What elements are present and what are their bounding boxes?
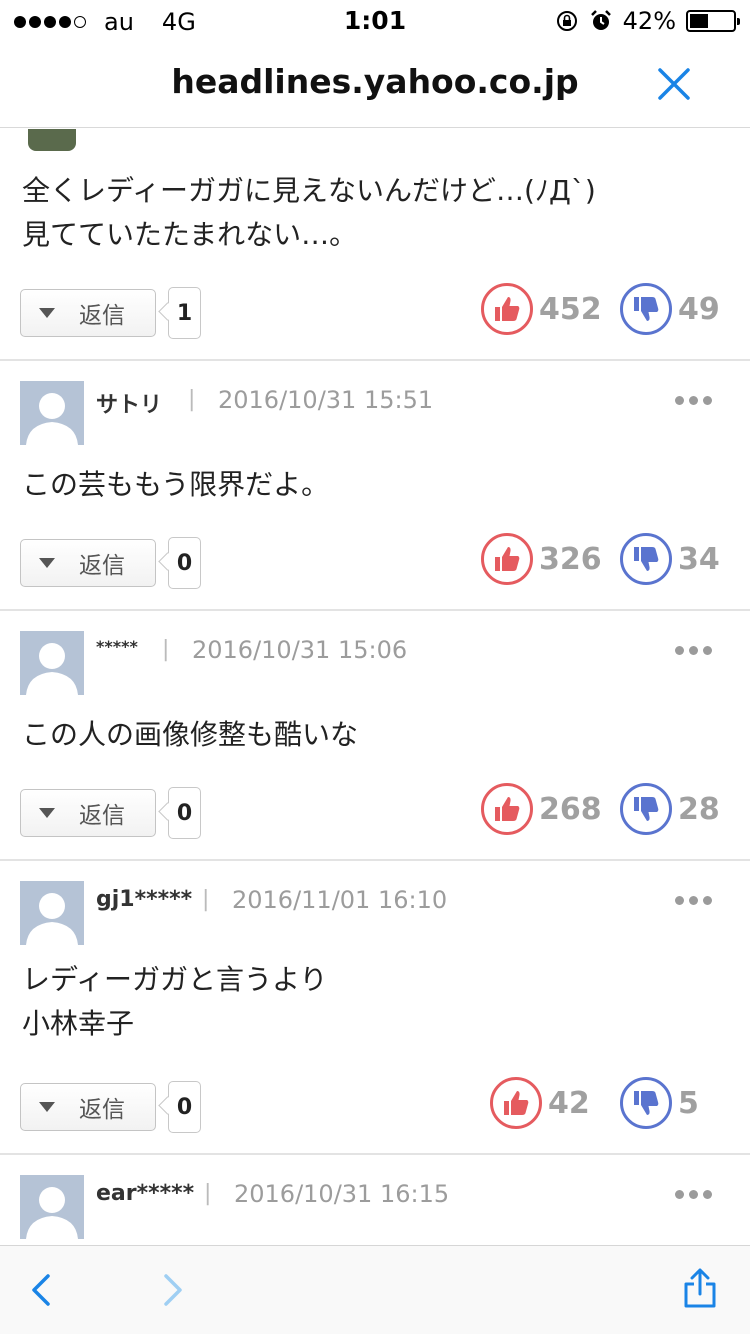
username[interactable]: ***** — [96, 637, 138, 656]
dislike-count: 49 — [678, 291, 720, 327]
like-button[interactable]: 452 — [481, 283, 602, 335]
dislike-count: 28 — [678, 791, 720, 827]
separator: | — [188, 387, 196, 412]
reply-count[interactable]: 1 — [168, 287, 201, 339]
separator: | — [204, 1181, 212, 1206]
comment-text: この人の画像修整も酷いな — [22, 713, 358, 757]
divider — [0, 359, 750, 361]
comment-line: 全くレディーガガに見えないんだけど…(ﾉД`) — [22, 174, 596, 207]
dislike-button[interactable]: 5 — [620, 1077, 699, 1129]
divider — [0, 1153, 750, 1155]
comment-line: レディーガガと言うより — [22, 963, 328, 996]
reply-count-value: 1 — [176, 300, 193, 326]
dislike-button[interactable]: 28 — [620, 783, 720, 835]
dislike-button[interactable]: 34 — [620, 533, 720, 585]
rotation-lock-icon — [556, 11, 577, 31]
triangle-down-icon — [39, 308, 55, 318]
thumbs-up-icon — [481, 283, 533, 335]
dislike-count: 34 — [678, 541, 720, 577]
like-count: 452 — [539, 291, 602, 327]
thumbs-down-icon — [620, 783, 672, 835]
dislike-count: 5 — [678, 1085, 699, 1121]
back-arrow-icon[interactable] — [22, 1270, 62, 1310]
reply-count[interactable]: 0 — [168, 787, 201, 839]
more-dots-icon[interactable] — [675, 646, 712, 655]
thumbs-down-icon — [620, 283, 672, 335]
comment-line: 見てていたたまれない…。 — [22, 218, 358, 251]
thumbs-down-icon — [620, 1077, 672, 1129]
separator: | — [202, 887, 210, 912]
avatar[interactable] — [20, 631, 84, 695]
like-button[interactable]: 42 — [490, 1077, 590, 1129]
avatar[interactable] — [28, 129, 76, 151]
comment-line: この人の画像修整も酷いな — [22, 718, 359, 751]
avatar[interactable] — [20, 1175, 84, 1239]
comment-text: この芸ももう限界だよ。 — [22, 463, 329, 507]
reply-count-value: 0 — [176, 800, 193, 826]
avatar[interactable] — [20, 381, 84, 445]
comment-line: 小林幸子 — [22, 1007, 135, 1040]
divider — [0, 859, 750, 861]
reply-label: 返信 — [79, 1097, 125, 1123]
dislike-button[interactable]: 49 — [620, 283, 720, 335]
reply-button[interactable]: 返信 — [20, 1083, 156, 1131]
reply-label: 返信 — [79, 553, 125, 579]
reply-count[interactable]: 0 — [168, 537, 201, 589]
thumbs-up-icon — [481, 783, 533, 835]
thumbs-up-icon — [481, 533, 533, 585]
more-dots-icon[interactable] — [675, 896, 712, 905]
comment-date: 2016/11/01 16:10 — [232, 886, 448, 914]
battery-percent: 42% — [622, 7, 676, 35]
reply-label: 返信 — [79, 303, 125, 329]
reply-count[interactable]: 0 — [168, 1081, 201, 1133]
like-count: 268 — [539, 791, 602, 827]
comment-text: レディーガガと言うより 小林幸子 — [22, 958, 327, 1046]
reply-button[interactable]: 返信 — [20, 539, 156, 587]
reply-button[interactable]: 返信 — [20, 789, 156, 837]
reply-count-value: 0 — [176, 550, 193, 576]
triangle-down-icon — [39, 558, 55, 568]
divider — [0, 609, 750, 611]
username[interactable]: サトリ — [96, 387, 162, 419]
more-dots-icon[interactable] — [675, 1190, 712, 1199]
comment-date: 2016/10/31 16:15 — [234, 1180, 450, 1208]
browser-toolbar — [0, 1245, 750, 1334]
comment-date: 2016/10/31 15:06 — [192, 636, 408, 664]
close-icon[interactable] — [654, 64, 694, 104]
comment-text: 全くレディーガガに見えないんだけど…(ﾉД`) 見てていたたまれない…。 — [22, 169, 596, 257]
comment-line: この芸ももう限界だよ。 — [22, 468, 330, 501]
battery-icon — [686, 10, 740, 32]
forward-arrow-icon[interactable] — [152, 1270, 192, 1310]
thumbs-up-icon — [490, 1077, 542, 1129]
reply-label: 返信 — [79, 803, 125, 829]
status-bar: au 4G 1:01 42% — [0, 0, 750, 40]
like-button[interactable]: 326 — [481, 533, 602, 585]
comment-list[interactable]: 全くレディーガガに見えないんだけど…(ﾉД`) 見てていたたまれない…。 返信 … — [0, 129, 750, 1245]
like-button[interactable]: 268 — [481, 783, 602, 835]
more-dots-icon[interactable] — [675, 396, 712, 405]
url-bar: headlines.yahoo.co.jp — [0, 40, 750, 128]
share-icon[interactable] — [678, 1266, 722, 1310]
reply-count-value: 0 — [176, 1094, 193, 1120]
like-count: 42 — [548, 1085, 590, 1121]
reply-button[interactable]: 返信 — [20, 289, 156, 337]
comment-date: 2016/10/31 15:51 — [218, 386, 434, 414]
like-count: 326 — [539, 541, 602, 577]
thumbs-down-icon — [620, 533, 672, 585]
page-url: headlines.yahoo.co.jp — [171, 62, 579, 101]
triangle-down-icon — [39, 1102, 55, 1112]
separator: | — [162, 637, 170, 662]
triangle-down-icon — [39, 808, 55, 818]
avatar[interactable] — [20, 881, 84, 945]
username[interactable]: gj1***** — [96, 887, 192, 912]
alarm-icon — [590, 10, 611, 30]
username[interactable]: ear***** — [96, 1181, 194, 1206]
